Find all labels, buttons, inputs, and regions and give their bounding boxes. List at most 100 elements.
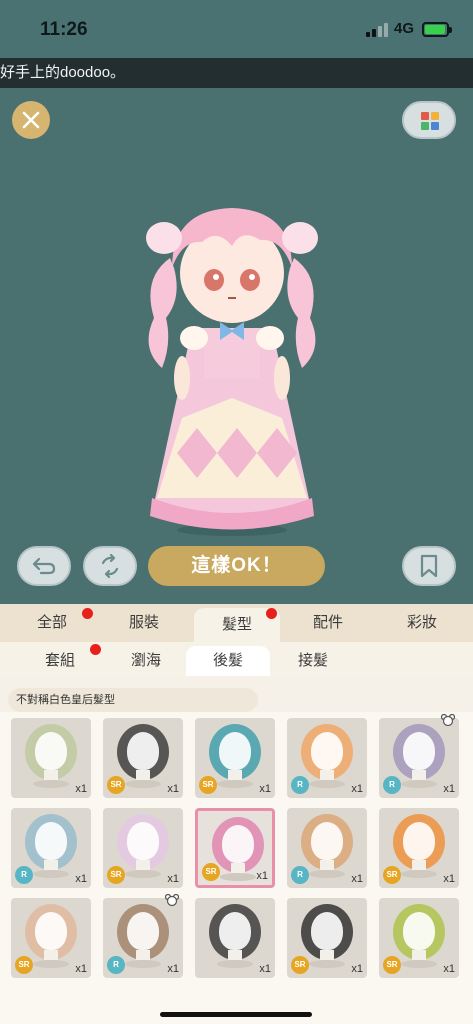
mannequin-head — [127, 732, 159, 770]
mannequin-neck — [320, 950, 334, 960]
rarity-badge: SR — [107, 866, 125, 884]
mannequin-base — [33, 780, 69, 788]
mannequin-head — [127, 912, 159, 950]
undo-icon — [32, 557, 56, 575]
item-count: x1 — [443, 963, 455, 975]
item-grid: x1 SR x1 SR x1 Rx1 Rx1 Rx1 SR x1 SR x1 Rx1 SR x1 SR x1 Rx… — [0, 712, 473, 1024]
bookmark-icon — [420, 554, 438, 578]
mannequin-neck — [231, 863, 245, 873]
notification-ticker: 好手上的doodoo。 — [0, 58, 473, 88]
mannequin-base — [217, 780, 253, 788]
category-tabs: 全部 服裝 髮型 配件 彩妝 — [0, 604, 473, 642]
mannequin-neck — [412, 770, 426, 780]
mannequin-neck — [136, 860, 150, 870]
hair-item[interactable]: SR x1 — [103, 808, 183, 888]
hair-item[interactable]: Rx1 — [287, 718, 367, 798]
mannequin-neck — [136, 770, 150, 780]
item-count: x1 — [443, 873, 455, 885]
item-count: x1 — [443, 783, 455, 795]
bear-icon — [441, 714, 455, 726]
item-count: x1 — [75, 963, 87, 975]
status-bar: 11:26 4G — [0, 0, 473, 58]
mannequin-head — [403, 912, 435, 950]
mannequin-neck — [412, 860, 426, 870]
mannequin-base — [309, 870, 345, 878]
item-count: x1 — [75, 783, 87, 795]
subtab-extensions[interactable]: 接髮 — [268, 646, 358, 676]
hair-item[interactable]: Rx1 — [103, 894, 183, 978]
subtab-back-hair[interactable]: 後髮 — [186, 646, 270, 676]
tab-accessories[interactable]: 配件 — [280, 604, 376, 642]
hair-subtabs: 套組 瀏海 後髮 接髮 — [0, 642, 473, 678]
mannequin-neck — [44, 950, 58, 960]
tab-makeup[interactable]: 彩妝 — [372, 604, 472, 642]
mannequin-head — [222, 825, 254, 863]
palette-grid-icon — [421, 112, 439, 130]
close-icon — [22, 111, 40, 129]
hair-item[interactable]: SR x1 — [195, 808, 275, 888]
hair-item[interactable]: Rx1 — [11, 808, 91, 888]
filter-label[interactable]: 不對稱白色皇后髮型 — [8, 688, 258, 712]
mannequin-neck — [320, 770, 334, 780]
rarity-badge: SR — [107, 776, 125, 794]
network-label: 4G — [394, 20, 415, 37]
hair-item[interactable]: SR x1 — [103, 718, 183, 798]
hair-item[interactable]: x1 — [11, 718, 91, 798]
mannequin-base — [125, 780, 161, 788]
mannequin-base — [309, 960, 345, 968]
hair-item[interactable]: SR x1 — [11, 898, 91, 978]
avatar-character — [146, 208, 318, 536]
mannequin-head — [219, 732, 251, 770]
hair-item[interactable]: SR x1 — [379, 898, 459, 978]
item-count: x1 — [167, 783, 179, 795]
mannequin-base — [33, 960, 69, 968]
mannequin-base — [125, 870, 161, 878]
rarity-badge: R — [107, 956, 125, 974]
hair-item[interactable]: SR x1 — [195, 718, 275, 798]
close-button[interactable] — [12, 101, 50, 139]
hair-item[interactable]: SR x1 — [287, 898, 367, 978]
rarity-badge: R — [291, 776, 309, 794]
item-count: x1 — [259, 783, 271, 795]
hair-item[interactable]: Rx1 — [379, 714, 459, 798]
tab-clothing[interactable]: 服裝 — [92, 604, 196, 642]
subtab-bangs[interactable]: 瀏海 — [100, 646, 192, 676]
hair-item[interactable]: SR x1 — [379, 808, 459, 888]
mannequin-head — [311, 822, 343, 860]
mannequin-base — [401, 780, 437, 788]
mannequin-head — [403, 822, 435, 860]
hair-item[interactable]: x1 — [195, 898, 275, 978]
mannequin-neck — [412, 950, 426, 960]
undo-button[interactable] — [17, 546, 71, 586]
mannequin-base — [220, 873, 256, 881]
mannequin-neck — [228, 950, 242, 960]
mannequin-base — [401, 960, 437, 968]
battery-icon — [422, 22, 452, 37]
rarity-badge: SR — [199, 776, 217, 794]
randomize-button[interactable] — [83, 546, 137, 586]
mannequin-neck — [228, 770, 242, 780]
item-count: x1 — [256, 870, 268, 882]
mannequin-base — [217, 960, 253, 968]
mannequin-base — [401, 870, 437, 878]
mannequin-neck — [44, 860, 58, 870]
rarity-badge: R — [291, 866, 309, 884]
hair-item[interactable]: Rx1 — [287, 808, 367, 888]
mannequin-head — [311, 912, 343, 950]
rarity-badge: SR — [202, 863, 220, 881]
avatar-stage: 這樣OK！ — [0, 88, 473, 604]
item-count: x1 — [351, 963, 363, 975]
palette-button[interactable] — [402, 101, 456, 139]
mannequin-head — [127, 822, 159, 860]
rarity-badge: R — [15, 866, 33, 884]
item-count: x1 — [75, 873, 87, 885]
item-count: x1 — [167, 873, 179, 885]
item-count: x1 — [351, 873, 363, 885]
item-count: x1 — [259, 963, 271, 975]
status-time: 11:26 — [40, 19, 88, 40]
mannequin-base — [309, 780, 345, 788]
mannequin-head — [219, 912, 251, 950]
confirm-ok-button[interactable]: 這樣OK！ — [148, 546, 325, 586]
bookmark-button[interactable] — [402, 546, 456, 586]
mannequin-neck — [320, 860, 334, 870]
